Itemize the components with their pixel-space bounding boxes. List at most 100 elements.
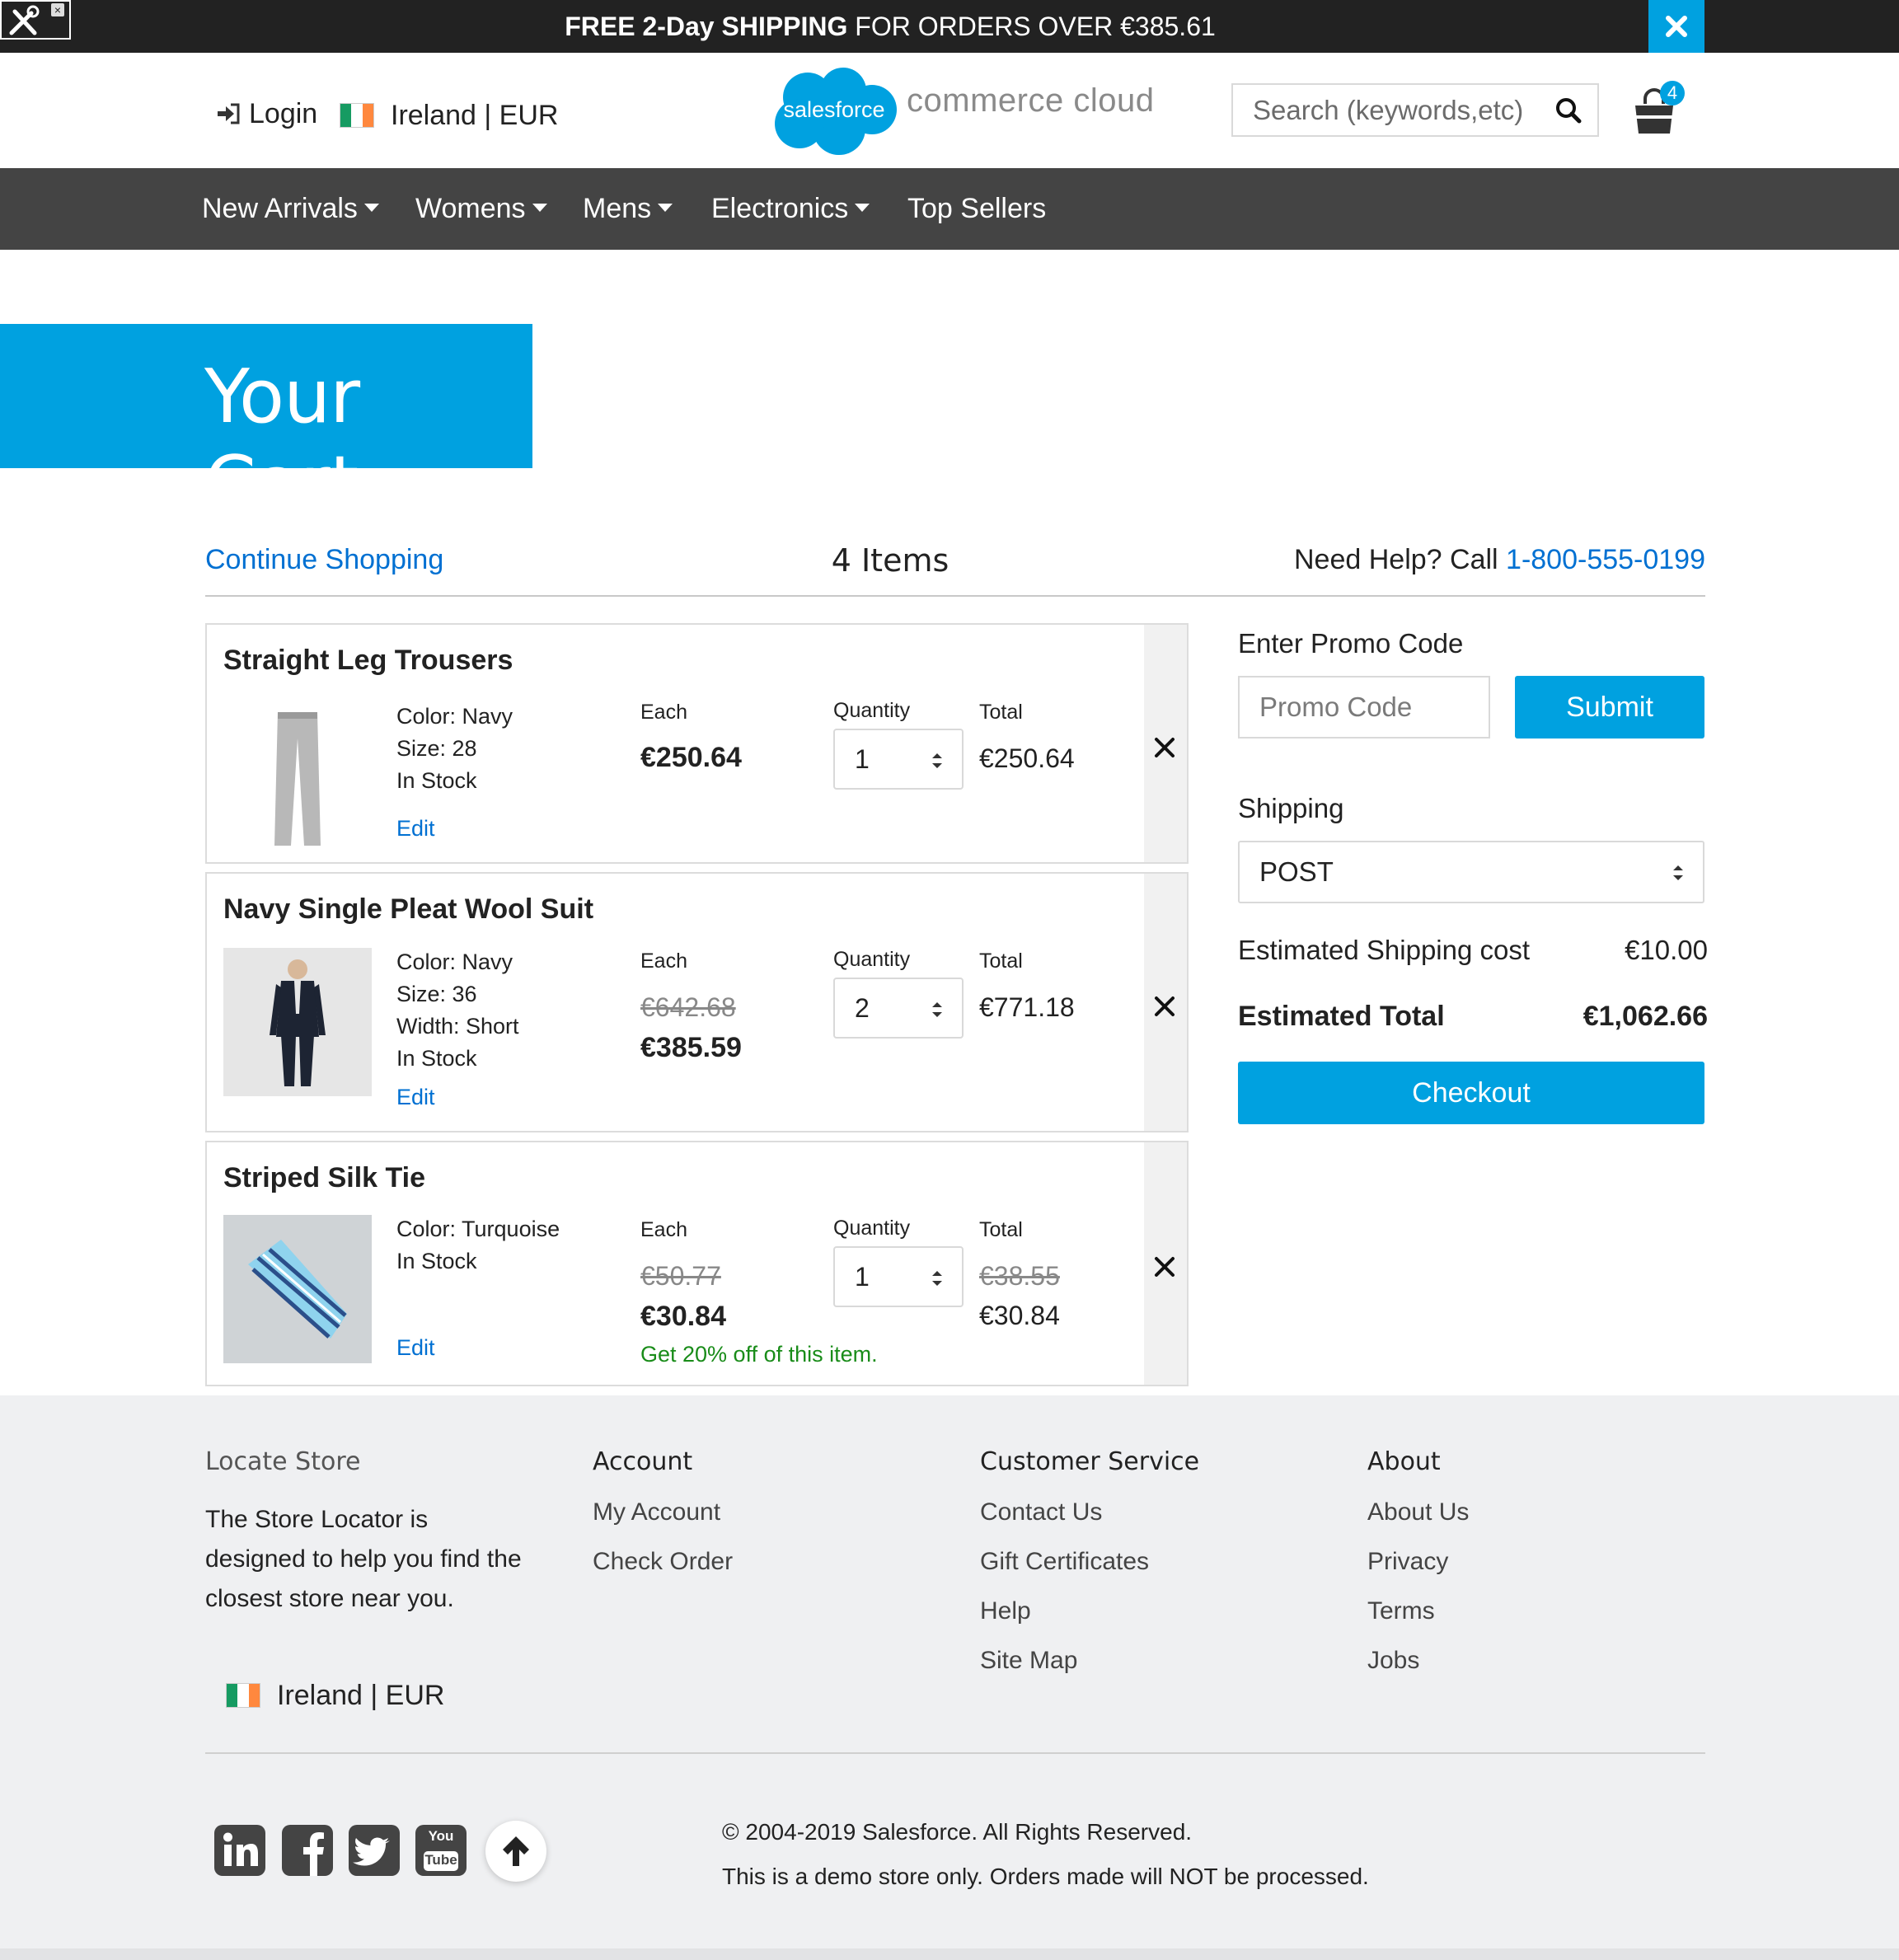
footer-link-privacy[interactable]: Privacy xyxy=(1367,1548,1448,1576)
youtube-you: You xyxy=(428,1828,454,1844)
minicart-button[interactable]: 4 xyxy=(1630,81,1688,137)
quantity-select[interactable]: 1 xyxy=(833,1246,964,1307)
disclaimer-text: This is a demo store only. Orders made w… xyxy=(722,1864,1369,1889)
estimated-shipping-label: Estimated Shipping cost xyxy=(1238,935,1531,965)
remove-item-icon[interactable] xyxy=(1149,1251,1180,1282)
shipping-method-select[interactable]: POST xyxy=(1238,841,1704,903)
cart-items-count: 4 Items xyxy=(831,542,950,579)
edit-link[interactable]: Edit xyxy=(396,1335,435,1361)
item-promo-message: Get 20% off of this item. xyxy=(640,1342,878,1367)
search-input[interactable] xyxy=(1233,85,1546,135)
nav-label: Womens xyxy=(415,193,526,224)
select-arrows-icon xyxy=(932,753,942,768)
product-name[interactable]: Straight Leg Trousers xyxy=(223,645,513,677)
footer-locale-selector[interactable]: Ireland | EUR xyxy=(226,1678,444,1713)
arrow-up-icon xyxy=(503,1836,529,1866)
nav-new-arrivals[interactable]: New Arrivals xyxy=(202,168,379,250)
checkout-button[interactable]: Checkout xyxy=(1238,1062,1704,1124)
total-label: Total xyxy=(979,1218,1023,1241)
quantity-value: 2 xyxy=(855,993,870,1023)
footer-link-about-us[interactable]: About Us xyxy=(1367,1498,1469,1526)
product-card: Straight Leg Trousers Color: Navy Size: … xyxy=(205,623,1189,864)
product-image[interactable] xyxy=(223,1215,372,1363)
nav-electronics[interactable]: Electronics xyxy=(711,168,870,250)
remove-item-icon[interactable] xyxy=(1149,732,1180,763)
logo-wordmark: commerce cloud xyxy=(907,82,1155,119)
caret-down-icon xyxy=(532,204,547,213)
product-image[interactable] xyxy=(223,706,372,854)
promo-code-input[interactable] xyxy=(1240,678,1489,737)
footer-copyright-block: © 2004-2019 Salesforce. All Rights Reser… xyxy=(722,1810,1369,1899)
promo-bold-text: FREE 2-Day SHIPPING xyxy=(565,12,848,41)
product-attributes: Color: Turquoise In Stock xyxy=(396,1213,560,1278)
nav-mens[interactable]: Mens xyxy=(583,168,673,250)
footer-link-gift-certificates[interactable]: Gift Certificates xyxy=(980,1548,1149,1576)
select-arrows-icon xyxy=(1673,865,1683,880)
back-to-top-button[interactable] xyxy=(485,1821,546,1882)
footer-locate-description: The Store Locator is designed to help yo… xyxy=(205,1506,522,1612)
footer-link-jobs[interactable]: Jobs xyxy=(1367,1647,1419,1675)
promo-code-title: Enter Promo Code xyxy=(1238,628,1464,659)
attr-width: Width: Short xyxy=(396,1014,519,1039)
nav-top-sellers[interactable]: Top Sellers xyxy=(907,168,1046,250)
caret-down-icon xyxy=(855,204,870,213)
shipping-method-value: POST xyxy=(1259,856,1334,887)
attr-color: Color: Navy xyxy=(396,704,513,729)
footer-link-site-map[interactable]: Site Map xyxy=(980,1647,1077,1675)
quantity-select[interactable]: 2 xyxy=(833,978,964,1039)
footer-link-terms[interactable]: Terms xyxy=(1367,1597,1435,1625)
footer-service-title: Customer Service xyxy=(980,1447,1200,1476)
estimated-shipping-value: €10.00 xyxy=(1625,935,1708,965)
footer-link-help[interactable]: Help xyxy=(980,1597,1031,1625)
linkedin-icon[interactable] xyxy=(213,1823,267,1878)
footer-account-title: Account xyxy=(593,1447,693,1476)
estimated-total-row: Estimated Total €1,062.66 xyxy=(1238,1001,1708,1033)
page-title-banner: Your Cart xyxy=(0,324,532,527)
footer-about-title: About xyxy=(1367,1447,1441,1476)
copyright-text: © 2004-2019 Salesforce. All Rights Reser… xyxy=(722,1819,1193,1845)
nav-womens[interactable]: Womens xyxy=(415,168,547,250)
youtube-icon[interactable]: You Tube xyxy=(414,1823,468,1878)
each-label: Each xyxy=(640,950,687,973)
login-link[interactable]: Login xyxy=(216,96,317,132)
continue-shopping-link[interactable]: Continue Shopping xyxy=(205,544,443,576)
original-line-total: €38.55 xyxy=(979,1261,1060,1291)
main-navigation: New Arrivals Womens Mens Electronics Top… xyxy=(0,168,1899,250)
caret-down-icon xyxy=(363,204,379,213)
twitter-icon[interactable] xyxy=(347,1823,401,1878)
original-price: €642.68 xyxy=(640,992,736,1022)
unit-price: €385.59 xyxy=(640,1032,742,1063)
footer-link-check-order[interactable]: Check Order xyxy=(593,1548,733,1576)
product-image[interactable] xyxy=(223,948,372,1096)
close-banner-button[interactable] xyxy=(1648,0,1704,53)
footer-link-my-account[interactable]: My Account xyxy=(593,1498,720,1526)
promo-message: FREE 2-Day SHIPPING FOR ORDERS OVER €385… xyxy=(0,0,1780,53)
trousers-image xyxy=(274,712,321,846)
caret-down-icon xyxy=(658,204,673,213)
help-label: Need Help? Call xyxy=(1294,544,1507,575)
quantity-select[interactable]: 1 xyxy=(833,729,964,790)
locale-selector[interactable]: Ireland | EUR xyxy=(340,97,558,134)
footer-locate-title: Locate Store xyxy=(205,1447,361,1476)
remove-item-icon[interactable] xyxy=(1149,991,1180,1022)
select-arrows-icon xyxy=(932,1271,942,1286)
help-phone-link[interactable]: 1-800-555-0199 xyxy=(1506,544,1705,575)
promo-banner: × FREE 2-Day SHIPPING FOR ORDERS OVER €3… xyxy=(0,0,1899,53)
submit-promo-button[interactable]: Submit xyxy=(1515,676,1704,739)
total-label: Total xyxy=(979,950,1023,973)
facebook-icon[interactable] xyxy=(280,1823,335,1878)
quantity-value: 1 xyxy=(855,1262,870,1292)
window-bottom-edge xyxy=(0,1948,1899,1960)
attr-stock: In Stock xyxy=(396,1046,477,1071)
search-icon[interactable] xyxy=(1554,96,1582,124)
attr-size: Size: 28 xyxy=(396,736,477,761)
product-attributes: Color: Navy Size: 28 In Stock xyxy=(396,701,513,797)
login-label: Login xyxy=(249,97,318,129)
product-name[interactable]: Striped Silk Tie xyxy=(223,1162,425,1194)
line-total: €30.84 xyxy=(979,1301,1060,1330)
edit-link[interactable]: Edit xyxy=(396,816,435,842)
edit-link[interactable]: Edit xyxy=(396,1085,435,1110)
footer-link-contact-us[interactable]: Contact Us xyxy=(980,1498,1102,1526)
salesforce-cloud-icon: salesforce xyxy=(775,68,897,155)
product-name[interactable]: Navy Single Pleat Wool Suit xyxy=(223,893,593,926)
